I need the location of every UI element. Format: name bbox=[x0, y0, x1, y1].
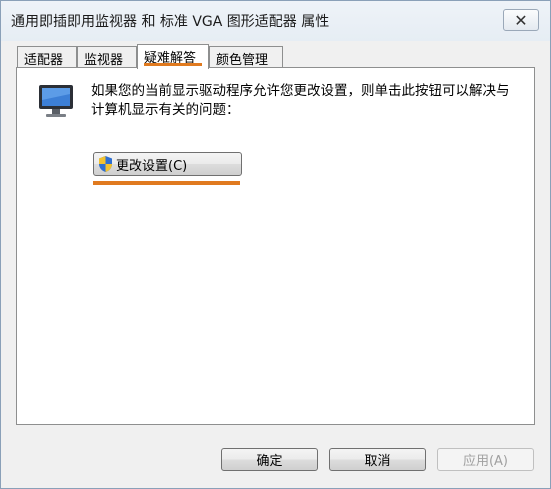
tab-adapter-label: 适配器 bbox=[24, 53, 64, 68]
tab-monitor-label: 监视器 bbox=[84, 53, 124, 68]
tab-color-management-label: 颜色管理 bbox=[216, 53, 269, 68]
ok-label: 确定 bbox=[256, 454, 283, 469]
close-button[interactable]: ✕ bbox=[503, 9, 539, 31]
uac-shield-icon bbox=[99, 156, 112, 172]
tab-color-management[interactable]: 颜色管理 bbox=[209, 46, 283, 68]
troubleshoot-description: 如果您的当前显示驱动程序允许您更改设置，则单击此按钮可以解决与计算机显示有关的问… bbox=[91, 83, 510, 118]
properties-window: 通用即插即用监视器 和 标准 VGA 图形适配器 属性 ✕ 适配器 监视器 疑难… bbox=[0, 0, 551, 489]
tab-adapter[interactable]: 适配器 bbox=[17, 46, 77, 68]
tab-troubleshoot[interactable]: 疑难解答 bbox=[137, 44, 209, 69]
close-icon: ✕ bbox=[514, 10, 528, 30]
apply-button: 应用(A) bbox=[437, 448, 534, 471]
cancel-label: 取消 bbox=[364, 454, 391, 469]
apply-label: 应用(A) bbox=[462, 454, 509, 469]
monitor-icon bbox=[39, 85, 73, 117]
cancel-button[interactable]: 取消 bbox=[329, 448, 426, 471]
ok-button[interactable]: 确定 bbox=[221, 448, 318, 471]
tab-highlight-underline bbox=[144, 63, 202, 66]
window-title: 通用即插即用监视器 和 标准 VGA 图形适配器 属性 bbox=[11, 14, 330, 30]
tab-monitor[interactable]: 监视器 bbox=[77, 46, 137, 68]
change-settings-button[interactable]: 更改设置(C) bbox=[93, 152, 242, 176]
title-bar: 通用即插即用监视器 和 标准 VGA 图形适配器 属性 ✕ bbox=[1, 1, 550, 41]
change-settings-label: 更改设置(C) bbox=[116, 158, 188, 174]
troubleshoot-panel: 如果您的当前显示驱动程序允许您更改设置，则单击此按钮可以解决与计算机显示有关的问… bbox=[16, 67, 535, 425]
change-settings-highlight bbox=[93, 181, 240, 185]
